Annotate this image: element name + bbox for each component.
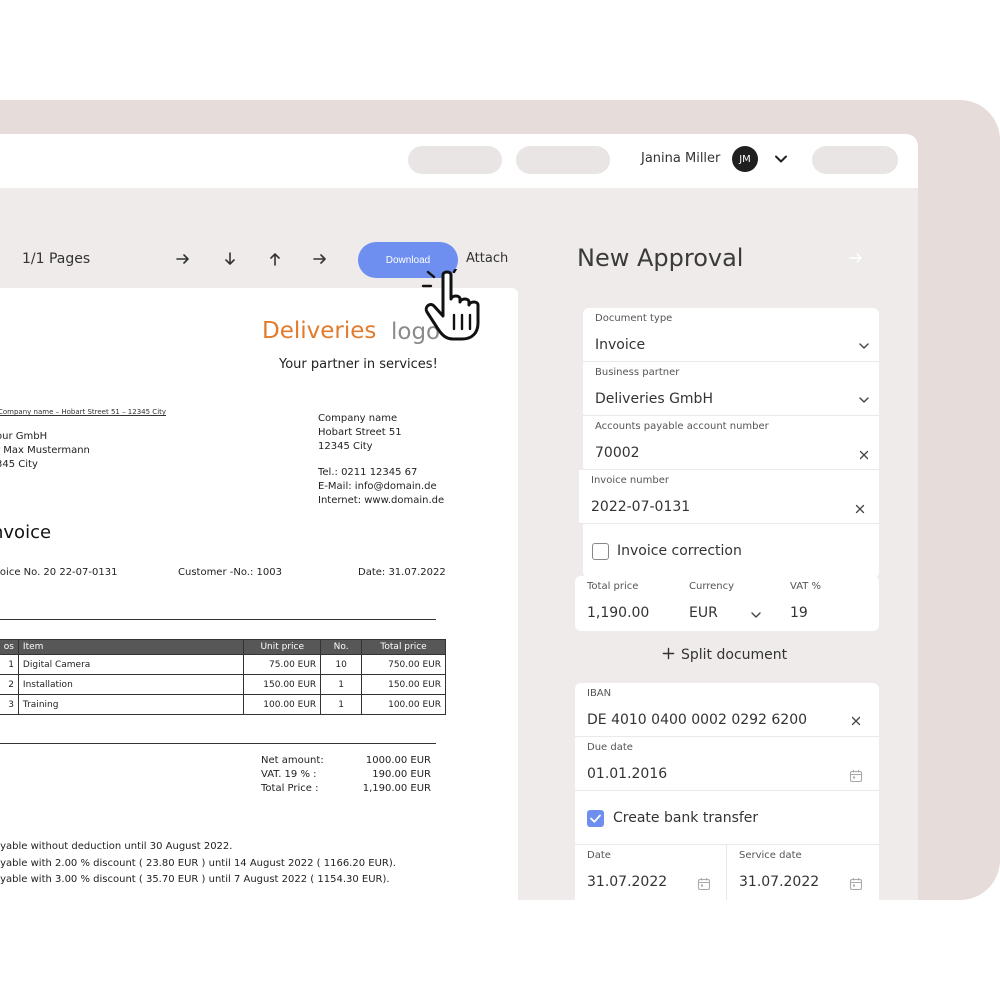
invoice-date-text: Date: 31.07.2022 — [358, 567, 446, 578]
close-icon[interactable] — [857, 448, 871, 462]
checkbox-unchecked[interactable] — [592, 543, 609, 560]
close-icon[interactable] — [853, 502, 867, 516]
tagline: Your partner in services! — [279, 357, 438, 372]
arrow-right-icon[interactable] — [311, 250, 329, 268]
sender-line: Company name – Hobart Street 51 – 12345 … — [0, 408, 167, 416]
close-icon[interactable] — [849, 714, 863, 728]
total-price-input[interactable]: Total price 1,190.00 — [575, 576, 675, 631]
line-items-table: os Item Unit price No. Total price 1 Dig… — [0, 639, 446, 715]
invoice-title: nvoice — [0, 522, 52, 543]
app-window: Janina Miller JM 1/1 Pages Download Atta… — [0, 134, 918, 900]
payment-terms: ayable without deduction until 30 August… — [0, 841, 396, 885]
hand-pointer-icon — [421, 269, 480, 341]
date-input[interactable]: Date 31.07.2022 — [575, 845, 727, 900]
nav-placeholder-2[interactable] — [516, 146, 610, 174]
table-row: 1 Digital Camera 75.00 EUR 10 750.00 EUR — [0, 654, 446, 675]
field-label: Date — [587, 850, 611, 861]
invoice-correction-checkbox[interactable]: Invoice correction — [583, 524, 879, 576]
due-date-input[interactable]: Due date 01.01.2016 — [575, 737, 879, 791]
service-date-input[interactable]: Service date 31.07.2022 — [727, 845, 879, 900]
create-bank-transfer-checkbox[interactable]: Create bank transfer — [575, 791, 879, 845]
page-counter: 1/1 Pages — [22, 251, 91, 267]
customer-number-text: Customer -No.: 1003 — [178, 567, 282, 578]
chevron-down-icon[interactable] — [749, 608, 763, 622]
plus-icon — [662, 647, 675, 660]
approval-title: New Approval — [577, 244, 744, 272]
avatar-initials: JM — [739, 153, 751, 165]
chevron-down-icon[interactable] — [857, 393, 871, 407]
brand-name: Deliveries — [262, 318, 377, 344]
field-label: Total price — [587, 581, 639, 592]
calendar-icon[interactable] — [849, 769, 863, 783]
field-label: Service date — [739, 850, 802, 861]
invoice-number-input[interactable]: Invoice number 2022-07-0131 — [579, 470, 879, 524]
field-label: Invoice number — [591, 475, 669, 486]
field-label: VAT % — [790, 581, 822, 592]
arrow-right-icon[interactable] — [848, 250, 864, 266]
calendar-icon[interactable] — [849, 877, 863, 891]
field-value: Invoice — [595, 337, 646, 353]
totals-values: 1000.00 EUR 190.00 EUR 1,190.00 EUR — [362, 755, 431, 794]
field-value: Deliveries GmbH — [595, 391, 713, 407]
table-row: 2 Installation 150.00 EUR 1 150.00 EUR — [0, 674, 446, 695]
table-header-row: os Item Unit price No. Total price — [0, 639, 446, 655]
checkbox-checked[interactable] — [587, 810, 604, 827]
company-contact: Tel.: 0211 12345 67 E-Mail: info@domain.… — [318, 467, 445, 506]
ap-account-input[interactable]: Accounts payable account number 70002 — [583, 416, 879, 470]
calendar-icon[interactable] — [697, 877, 711, 891]
field-value: 1,190.00 — [587, 605, 650, 621]
divider — [0, 743, 436, 744]
user-name[interactable]: Janina Miller — [641, 151, 720, 166]
field-label: Currency — [689, 581, 735, 592]
business-partner-select[interactable]: Business partner Deliveries GmbH — [583, 362, 879, 416]
checkbox-label: Invoice correction — [617, 543, 742, 559]
document-type-select[interactable]: Document type Invoice — [583, 308, 879, 362]
arrow-right-icon[interactable] — [174, 250, 192, 268]
field-value: EUR — [689, 605, 718, 621]
field-label: Accounts payable account number — [595, 421, 769, 432]
arrow-up-icon[interactable] — [266, 250, 284, 268]
split-document-button[interactable]: Split document — [662, 647, 787, 663]
divider — [0, 619, 436, 620]
nav-placeholder-3[interactable] — [812, 146, 898, 174]
chevron-down-icon[interactable] — [772, 150, 790, 168]
recipient-address: our GmbH r Max Mustermann 345 City — [0, 431, 90, 470]
attach-button[interactable]: Attach — [466, 251, 508, 266]
vat-input[interactable]: VAT % 19 — [778, 576, 878, 631]
split-label: Split document — [681, 647, 788, 663]
field-label: Business partner — [595, 367, 680, 378]
chevron-down-icon[interactable] — [857, 339, 871, 353]
top-bar: Janina Miller JM — [0, 134, 918, 188]
field-label: IBAN — [587, 688, 612, 699]
field-value: DE 4010 0400 0002 0292 6200 — [587, 712, 808, 728]
iban-input[interactable]: IBAN DE 4010 0400 0002 0292 6200 — [575, 683, 879, 737]
field-value: 01.01.2016 — [587, 766, 668, 782]
field-label: Document type — [595, 313, 673, 324]
arrow-down-icon[interactable] — [221, 250, 239, 268]
company-address: Company name Hobart Street 51 12345 City — [318, 413, 402, 452]
avatar[interactable]: JM — [732, 146, 758, 172]
nav-placeholder-1[interactable] — [408, 146, 502, 174]
field-value: 31.07.2022 — [587, 874, 668, 890]
field-label: Due date — [587, 742, 633, 753]
field-value: 70002 — [595, 445, 640, 461]
checkbox-label: Create bank transfer — [613, 810, 759, 826]
table-row: 3 Training 100.00 EUR 1 100.00 EUR — [0, 694, 446, 715]
invoice-number-text: voice No. 20 22-07-0131 — [0, 567, 118, 578]
invoice-preview: Deliveries logo Your partner in services… — [0, 288, 518, 900]
totals-labels: Net amount: VAT. 19 % : Total Price : — [261, 755, 324, 794]
field-value: 19 — [790, 605, 808, 621]
currency-select[interactable]: Currency EUR — [677, 576, 773, 631]
field-value: 2022-07-0131 — [591, 499, 691, 515]
check-icon — [590, 814, 601, 823]
field-value: 31.07.2022 — [739, 874, 820, 890]
